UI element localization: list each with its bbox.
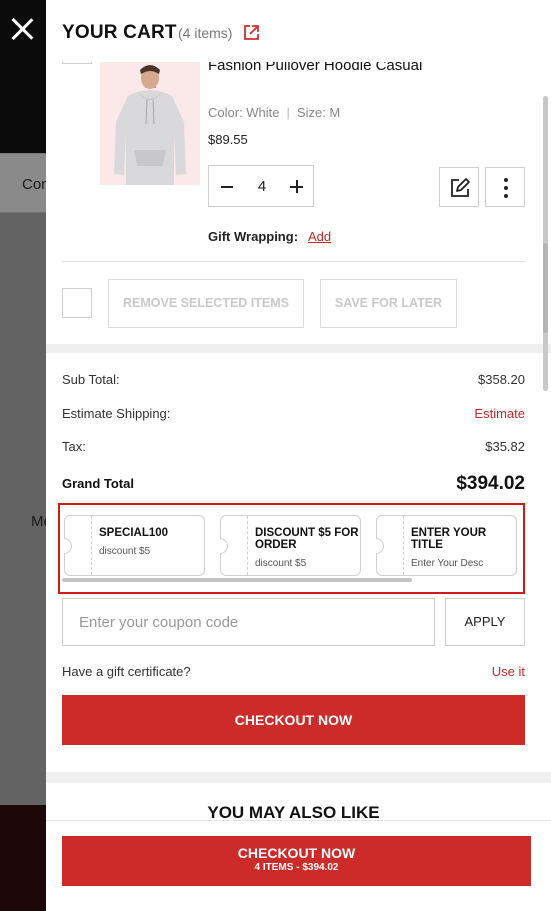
hoodie-image [100, 62, 200, 185]
grand-total-value: $394.02 [456, 473, 525, 494]
shipping-label: Estimate Shipping: [62, 406, 171, 421]
subtotal-row: Sub Total: $358.20 [62, 372, 525, 387]
background-footer [0, 805, 46, 911]
tax-label: Tax: [62, 439, 86, 454]
divider [62, 261, 525, 262]
edit-icon [451, 178, 470, 197]
cart-header: YOUR CART (4 items) [46, 0, 551, 62]
gift-wrapping-add-link[interactable]: Add [308, 229, 331, 244]
section-separator [46, 772, 551, 783]
background-nav-text: Con [22, 176, 46, 193]
product-variant: Color: White | Size: M [208, 105, 340, 120]
sticky-checkout-summary: 4 ITEMS - $394.02 [254, 862, 339, 873]
plus-icon[interactable] [290, 180, 303, 193]
remove-selected-button[interactable]: REMOVE SELECTED ITEMS [108, 279, 304, 328]
coupon-desc: discount $5 [99, 546, 151, 557]
coupon-dash [91, 516, 92, 575]
product-size: Size: M [296, 105, 341, 120]
subtotal-value: $358.20 [478, 372, 525, 387]
close-icon[interactable] [7, 14, 37, 44]
coupon-notch [376, 538, 384, 554]
coupon-scrollbar[interactable] [62, 578, 412, 582]
tax-row: Tax: $35.82 [62, 439, 525, 454]
grand-total-label: Grand Total [62, 476, 134, 491]
coupon-card[interactable]: ENTER YOUR TITLE Enter Your Desc [376, 515, 517, 576]
external-link-icon[interactable] [243, 24, 260, 41]
background-content-text: Me [31, 513, 46, 530]
coupon-list: SPECIAL100 discount $5 DISCOUNT $5 FOR O… [58, 503, 525, 594]
shipping-row: Estimate Shipping: Estimate [62, 406, 525, 421]
edit-button[interactable] [439, 167, 479, 207]
product-color: Color: White [208, 105, 280, 120]
product-image[interactable] [100, 62, 200, 185]
background-nav: Con [0, 153, 46, 213]
checkout-button[interactable]: CHECKOUT NOW [62, 695, 525, 745]
more-vertical-icon [504, 178, 508, 198]
sticky-checkout-label: CHECKOUT NOW [237, 845, 356, 861]
gift-certificate-label: Have a gift certificate? [62, 664, 191, 679]
section-separator [46, 344, 551, 353]
sticky-checkout-button[interactable]: CHECKOUT NOW 4 ITEMS - $394.02 [62, 836, 531, 886]
cart-drawer: Fashion Pullover Hoodie Casual Color: Wh… [46, 0, 551, 911]
cart-title: YOUR CART [62, 22, 177, 43]
save-for-later-button[interactable]: SAVE FOR LATER [320, 279, 457, 328]
coupon-desc: discount $5 [255, 558, 307, 569]
select-all-checkbox[interactable] [62, 288, 92, 318]
background-page: Con Me [0, 0, 46, 911]
coupon-title: SPECIAL100 [99, 527, 169, 539]
variant-separator: | [286, 105, 290, 120]
coupon-code-input[interactable] [62, 598, 435, 646]
background-content: Me [0, 213, 46, 805]
apply-coupon-button[interactable]: APPLY [445, 598, 525, 646]
subtotal-label: Sub Total: [62, 372, 120, 387]
coupon-card[interactable]: DISCOUNT $5 FOR ORDER discount $5 [220, 515, 361, 576]
coupon-notch [64, 538, 72, 554]
estimate-shipping-link[interactable]: Estimate [474, 406, 525, 421]
use-gift-certificate-link[interactable]: Use it [492, 664, 525, 679]
coupon-title: DISCOUNT $5 FOR ORDER [255, 527, 359, 551]
coupon-dash [403, 516, 404, 575]
gift-wrapping-label: Gift Wrapping: [208, 229, 299, 244]
quantity-stepper: 4 [208, 165, 314, 207]
drawer-scrollbar-thumb[interactable] [543, 243, 548, 333]
sticky-checkout-bar: CHECKOUT NOW 4 ITEMS - $394.02 [46, 820, 551, 911]
coupon-card[interactable]: SPECIAL100 discount $5 [64, 515, 205, 576]
coupon-title: ENTER YOUR TITLE [411, 527, 487, 551]
coupon-desc: Enter Your Desc [411, 558, 484, 569]
more-options-button[interactable] [485, 167, 525, 207]
tax-value: $35.82 [485, 439, 525, 454]
coupon-dash [247, 516, 248, 575]
coupon-notch [220, 538, 228, 554]
cart-item-count: (4 items) [178, 25, 233, 41]
product-price: $89.55 [208, 132, 248, 147]
